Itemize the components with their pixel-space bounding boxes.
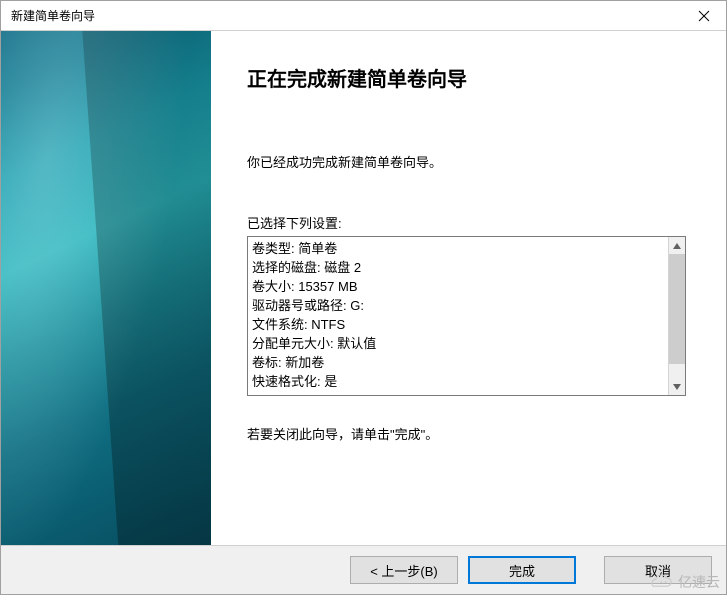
- titlebar: 新建简单卷向导: [1, 1, 726, 31]
- list-item[interactable]: 文件系统: NTFS: [252, 315, 664, 334]
- settings-label: 已选择下列设置:: [247, 213, 686, 232]
- scroll-track[interactable]: [669, 254, 685, 378]
- wizard-window: 新建简单卷向导 正在完成新建简单卷向导 你已经成功完成新建简单卷向导。 已选择下…: [0, 0, 727, 595]
- intro-text: 你已经成功完成新建简单卷向导。: [247, 152, 686, 171]
- finish-button[interactable]: 完成: [468, 556, 576, 584]
- scroll-down-button[interactable]: [669, 378, 685, 395]
- window-title: 新建简单卷向导: [11, 7, 95, 24]
- chevron-up-icon: [673, 243, 681, 249]
- wizard-body: 正在完成新建简单卷向导 你已经成功完成新建简单卷向导。 已选择下列设置: 卷类型…: [1, 31, 726, 545]
- list-item[interactable]: 卷类型: 简单卷: [252, 239, 664, 258]
- chevron-down-icon: [673, 384, 681, 390]
- list-item[interactable]: 分配单元大小: 默认值: [252, 334, 664, 353]
- footer: < 上一步(B) 完成 取消: [1, 545, 726, 594]
- settings-listbox[interactable]: 卷类型: 简单卷 选择的磁盘: 磁盘 2 卷大小: 15357 MB 驱动器号或…: [247, 236, 686, 396]
- side-banner-image: [1, 31, 211, 545]
- cancel-button[interactable]: 取消: [604, 556, 712, 584]
- list-item[interactable]: 卷大小: 15357 MB: [252, 277, 664, 296]
- list-item[interactable]: 卷标: 新加卷: [252, 353, 664, 372]
- scroll-thumb[interactable]: [669, 254, 685, 364]
- close-button[interactable]: [681, 1, 726, 31]
- back-button[interactable]: < 上一步(B): [350, 556, 458, 584]
- content-panel: 正在完成新建简单卷向导 你已经成功完成新建简单卷向导。 已选择下列设置: 卷类型…: [211, 31, 726, 545]
- scrollbar[interactable]: [668, 237, 685, 395]
- scroll-up-button[interactable]: [669, 237, 685, 254]
- list-item[interactable]: 快速格式化: 是: [252, 372, 664, 387]
- page-heading: 正在完成新建简单卷向导: [247, 63, 686, 92]
- list-item[interactable]: 驱动器号或路径: G:: [252, 296, 664, 315]
- close-icon: [698, 10, 710, 22]
- settings-list: 卷类型: 简单卷 选择的磁盘: 磁盘 2 卷大小: 15357 MB 驱动器号或…: [248, 237, 668, 395]
- list-item[interactable]: 选择的磁盘: 磁盘 2: [252, 258, 664, 277]
- closing-text: 若要关闭此向导，请单击"完成"。: [247, 424, 686, 443]
